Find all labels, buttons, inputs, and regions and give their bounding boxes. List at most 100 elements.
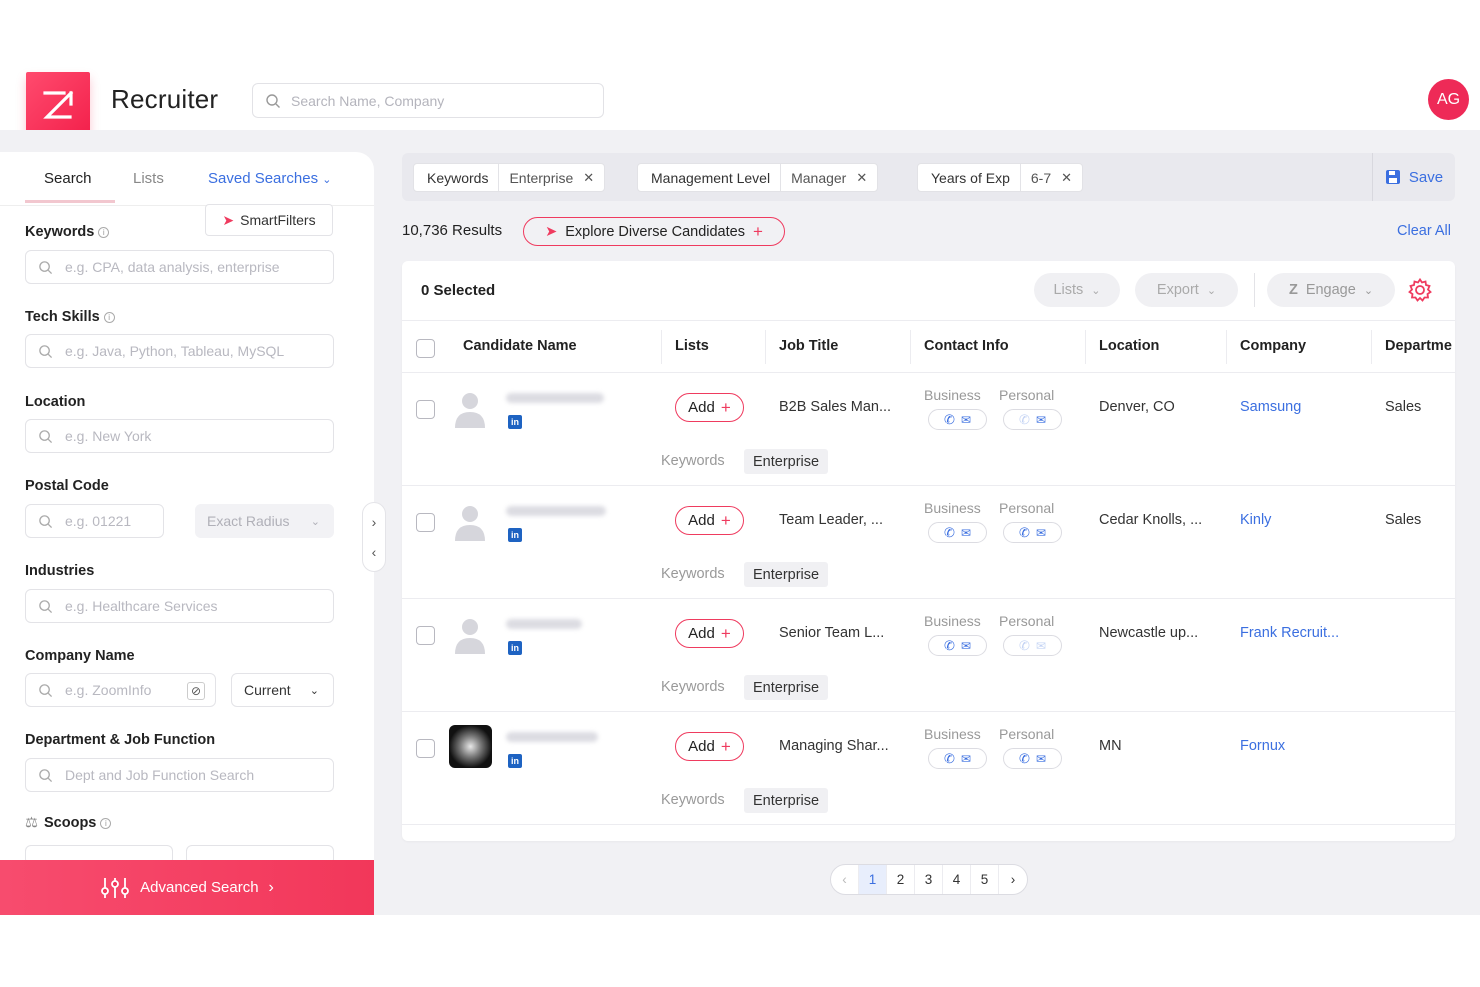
department-input[interactable]: Dept and Job Function Search [25, 758, 334, 792]
mail-icon: ✉ [960, 412, 971, 427]
page-4-button[interactable]: 4 [943, 865, 971, 894]
exclude-icon[interactable]: ⊘ [187, 682, 205, 700]
postal-code-input[interactable]: e.g. 01221 [25, 504, 164, 538]
explore-diverse-candidates-button[interactable]: ➤ Explore Diverse Candidates + [523, 217, 785, 246]
chevron-down-icon: ⌄ [1091, 284, 1101, 297]
page-5-button[interactable]: 5 [971, 865, 999, 894]
radius-value: Exact Radius [207, 513, 290, 529]
personal-contact-button[interactable]: ✆ ✉ [1003, 409, 1062, 430]
select-all-checkbox[interactable] [416, 339, 435, 358]
row-checkbox[interactable] [416, 400, 435, 419]
next-page-button[interactable]: › [999, 865, 1027, 894]
candidate-name-blurred[interactable] [506, 506, 606, 516]
keywords-match-label: Keywords [661, 679, 725, 695]
gear-icon[interactable] [1407, 277, 1433, 303]
keyword-match-tag: Enterprise [744, 562, 829, 587]
column-header-department[interactable]: Departme [1385, 338, 1455, 354]
keywords-match-label: Keywords [661, 453, 725, 469]
tech-skills-input[interactable]: e.g. Java, Python, Tableau, MySQL [25, 334, 334, 368]
toolbar-divider [1254, 273, 1255, 307]
keywords-match-label: Keywords [661, 792, 725, 808]
add-to-list-button[interactable]: Add + [675, 506, 744, 535]
filter-chip-keywords[interactable]: Keywords Enterprise ✕ [413, 163, 606, 192]
engage-button[interactable]: Z Engage ⌄ [1267, 273, 1395, 307]
radius-select[interactable]: Exact Radius ⌄ [195, 504, 334, 538]
candidate-name-blurred[interactable] [506, 732, 598, 742]
column-header-company[interactable]: Company [1240, 338, 1306, 354]
industries-input[interactable]: e.g. Healthcare Services [25, 589, 334, 623]
save-search-button[interactable]: Save [1372, 153, 1455, 201]
page-1-button[interactable]: 1 [859, 865, 887, 894]
row-checkbox[interactable] [416, 513, 435, 532]
company-link[interactable]: Samsung [1240, 399, 1301, 415]
tab-saved-searches[interactable]: Saved Searches ⌄ [208, 170, 331, 187]
business-contact-label: Business [924, 387, 981, 403]
company-scope-select[interactable]: Current ⌄ [231, 673, 334, 707]
info-icon[interactable]: i [98, 227, 110, 238]
filter-chip-years-of-exp[interactable]: Years of Exp 6-7 ✕ [917, 163, 1084, 192]
lists-button[interactable]: Lists ⌄ [1034, 273, 1120, 307]
add-label: Add [688, 738, 715, 755]
close-icon[interactable]: ✕ [583, 170, 594, 186]
column-header-lists[interactable]: Lists [675, 338, 709, 354]
add-to-list-button[interactable]: Add + [675, 732, 744, 761]
location-input[interactable]: e.g. New York [25, 419, 334, 453]
company-link[interactable]: Frank Recruit... [1240, 625, 1339, 641]
search-icon [39, 514, 53, 528]
candidate-name-blurred[interactable] [506, 393, 604, 403]
column-header-contact-info[interactable]: Contact Info [924, 338, 1009, 354]
page-3-button[interactable]: 3 [915, 865, 943, 894]
phone-icon: ✆ [944, 637, 955, 653]
business-contact-button[interactable]: ✆ ✉ [928, 635, 987, 656]
business-contact-button[interactable]: ✆ ✉ [928, 409, 987, 430]
company-name-placeholder: e.g. ZoomInfo [65, 682, 152, 698]
linkedin-icon[interactable]: in [508, 754, 522, 768]
global-search-input[interactable]: Search Name, Company [252, 83, 604, 118]
keywords-placeholder: e.g. CPA, data analysis, enterprise [65, 259, 280, 275]
zoominfo-logo[interactable] [26, 72, 90, 136]
column-header-job-title[interactable]: Job Title [779, 338, 838, 354]
personal-contact-button[interactable]: ✆ ✉ [1003, 522, 1062, 543]
info-icon[interactable]: i [100, 818, 112, 829]
export-button[interactable]: Export ⌄ [1135, 273, 1238, 307]
row-checkbox[interactable] [416, 739, 435, 758]
company-link[interactable]: Fornux [1240, 738, 1285, 754]
advanced-search-button[interactable]: Advanced Search › [0, 860, 374, 915]
sidebar-collapse-toggle[interactable]: › ‹ [362, 502, 386, 572]
add-to-list-button[interactable]: Add + [675, 619, 744, 648]
tab-search[interactable]: Search [44, 170, 92, 187]
department-label: Department & Job Function [25, 732, 216, 748]
plus-icon: + [752, 221, 763, 241]
linkedin-icon[interactable]: in [508, 641, 522, 655]
personal-contact-button[interactable]: ✆ ✉ [1003, 635, 1062, 656]
linkedin-icon[interactable]: in [508, 415, 522, 429]
keywords-input[interactable]: e.g. CPA, data analysis, enterprise [25, 250, 334, 284]
rocket-icon: ➤ [545, 223, 558, 240]
filter-chip-management-level[interactable]: Management Level Manager ✕ [637, 163, 879, 192]
lists-label: Lists [1053, 282, 1084, 298]
column-header-candidate-name[interactable]: Candidate Name [463, 338, 577, 354]
info-icon[interactable]: i [103, 312, 115, 323]
column-header-location[interactable]: Location [1099, 338, 1159, 354]
plus-icon: + [720, 397, 731, 417]
diverse-label: Explore Diverse Candidates [565, 223, 745, 240]
close-icon[interactable]: ✕ [1061, 170, 1072, 186]
business-contact-button[interactable]: ✆ ✉ [928, 748, 987, 769]
prev-page-button[interactable]: ‹ [831, 865, 859, 894]
personal-contact-button[interactable]: ✆ ✉ [1003, 748, 1062, 769]
close-icon[interactable]: ✕ [856, 170, 867, 186]
company-name-input[interactable]: e.g. ZoomInfo ⊘ [25, 673, 216, 707]
page-2-button[interactable]: 2 [887, 865, 915, 894]
add-to-list-button[interactable]: Add + [675, 393, 744, 422]
chevron-down-icon: ⌄ [1206, 284, 1217, 297]
tech-skills-placeholder: e.g. Java, Python, Tableau, MySQL [65, 343, 285, 359]
user-avatar[interactable]: AG [1428, 79, 1469, 120]
smartfilters-button[interactable]: ➤ SmartFilters [205, 204, 333, 236]
company-link[interactable]: Kinly [1240, 512, 1271, 528]
linkedin-icon[interactable]: in [508, 528, 522, 542]
row-checkbox[interactable] [416, 626, 435, 645]
candidate-name-blurred[interactable] [506, 619, 582, 629]
business-contact-button[interactable]: ✆ ✉ [928, 522, 987, 543]
tab-lists[interactable]: Lists [133, 170, 164, 187]
clear-all-link[interactable]: Clear All [1397, 223, 1451, 239]
